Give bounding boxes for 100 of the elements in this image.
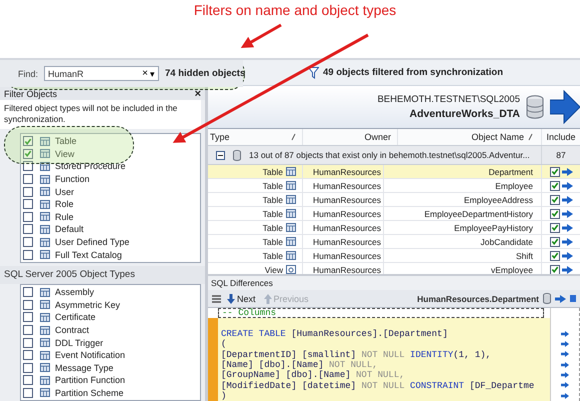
table-icon [286,251,296,260]
sort-icon [291,133,296,141]
code-line: [DepartmentID] [smallint] NOT NULL IDENTITY(1, 1), [220,350,492,360]
table-row[interactable]: Table HumanResources Employee [208,179,580,193]
object-type-icon [40,300,50,310]
table-cell: EmployeePayHistory [454,222,533,232]
table-icon [286,237,296,246]
list-icon[interactable] [212,294,221,302]
panel-title: Filter Objects [4,88,58,98]
include-checkbox[interactable] [550,250,560,260]
object-name: HumanResources.Department [417,294,539,304]
find-field[interactable]: HumanR × ▾ [44,66,160,81]
table-icon [286,181,296,190]
object-type-label: Rule [55,212,74,222]
checkbox[interactable] [23,325,33,336]
column-header[interactable]: Include [546,132,576,142]
server-name: BEHEMOTH.TESTNET\SQL2005 [377,94,520,105]
object-type-icon [40,326,50,335]
table-cell: Table [262,208,283,218]
checkbox[interactable] [23,161,33,172]
right-arrow-icon [562,210,572,218]
table-icon [286,167,296,176]
next-button[interactable]: Next [225,294,258,304]
object-type-icon [40,149,50,158]
table-cell: HumanResources [313,264,382,274]
include-checkbox[interactable] [550,194,560,204]
checkbox[interactable] [23,237,33,248]
table-row[interactable]: Table HumanResources Shift [208,249,580,263]
table-cell: EmployeeAddress [464,194,533,204]
right-arrow-icon[interactable] [555,294,566,302]
table-row[interactable]: Table HumanResources JobCandidate [208,235,580,249]
table-cell: HumanResources [313,180,382,190]
object-type-label: Assembly [55,287,94,298]
group-count: 87 [556,150,566,160]
checkbox[interactable] [23,199,33,210]
find-label: Find: [18,68,38,78]
object-type-icon [40,376,50,385]
object-type-label: Table [55,136,77,146]
include-checkbox[interactable] [550,236,560,246]
object-type-icon [40,136,50,146]
object-type-icon [40,162,50,171]
checkbox[interactable] [23,350,33,360]
column-header[interactable]: Owner [364,132,391,142]
right-arrow-icon [562,168,572,176]
object-type-icon [40,250,50,260]
checkbox[interactable] [23,300,33,310]
checkbox[interactable] [23,375,33,386]
section-title: SQL Server 2005 Object Types [0,266,205,284]
collapse-icon[interactable] [216,150,225,160]
object-type-icon [40,187,50,196]
object-type-icon [40,238,50,247]
filter-icon [308,66,319,78]
table-cell: JobCandidate [480,236,533,246]
right-arrow-icon [562,182,572,190]
code-line: ( [220,339,228,350]
column-header[interactable]: Type [210,132,230,142]
checkbox[interactable] [23,287,33,298]
checkbox[interactable] [23,338,33,348]
panel-title: SQL Differences [210,277,274,290]
object-type-icon [40,338,50,348]
checkbox[interactable] [23,174,33,184]
include-checkbox[interactable] [550,208,560,218]
checkbox[interactable] [23,312,33,322]
up-arrow-icon [264,294,272,304]
include-checkbox[interactable] [550,264,560,274]
checkbox[interactable] [23,136,33,146]
checkbox[interactable] [23,212,33,222]
table-cell: Table [262,236,283,246]
checkbox[interactable] [23,388,33,398]
object-type-label: Function [55,174,90,184]
database-name: AdventureWorks_DTA [410,108,520,120]
table-row[interactable]: Table HumanResources Department [208,165,580,179]
checkbox[interactable] [23,250,33,260]
table-row[interactable]: Table HumanResources EmployeePayHistory [208,221,580,235]
include-checkbox[interactable] [550,180,560,190]
include-checkbox[interactable] [550,222,560,232]
close-button[interactable]: × [194,88,201,100]
include-checkbox[interactable] [550,166,560,176]
checkbox[interactable] [23,186,33,197]
table-cell: HumanResources [313,236,382,246]
checkbox[interactable] [23,148,33,159]
object-type-icon [40,388,50,398]
table-cell: HumanResources [313,208,382,218]
hidden-count: 74 hidden objects [165,68,246,79]
object-type-label: DDL Trigger [55,338,104,348]
table-cell: View [264,264,283,274]
checkbox[interactable] [23,224,33,234]
dropdown-button[interactable]: ▾ [150,68,156,78]
object-type-label: User [55,186,74,197]
table-cell: HumanResources [313,222,382,232]
table-row[interactable]: Table HumanResources EmployeeAddress [208,193,580,207]
checkbox[interactable] [23,362,33,373]
table-row[interactable]: Table HumanResources EmployeeDepartmentHistory [208,207,580,221]
filter-message: 49 objects filtered from synchronization [323,67,504,78]
clear-button[interactable]: × [142,68,148,78]
object-type-label: Default [55,224,84,234]
right-arrow-icon [562,224,572,232]
column-header[interactable]: Object Name [471,132,524,142]
down-arrow-icon [227,294,235,304]
right-arrow-icon [562,238,572,246]
